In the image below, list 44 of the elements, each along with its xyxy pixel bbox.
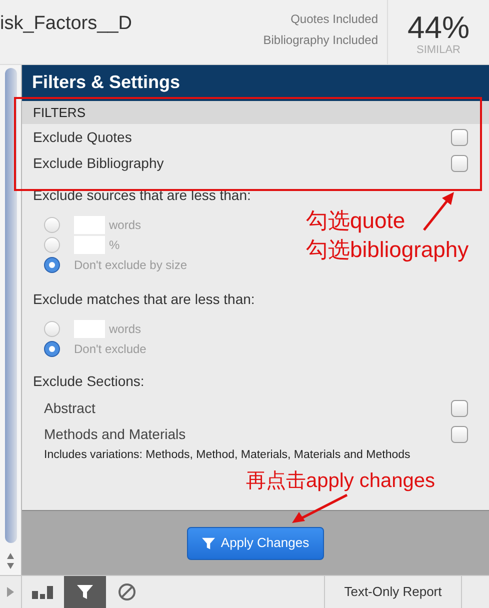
checkbox[interactable] xyxy=(451,400,468,416)
variations-note: Includes variations: Methods, Method, Materials, Materials and Methods xyxy=(44,448,412,463)
unit-label: % xyxy=(109,237,120,254)
unit-label: words xyxy=(109,321,142,338)
scrollbar[interactable] xyxy=(0,65,22,575)
section-heading: FILTERS xyxy=(33,104,86,122)
similarity-score: 44% xyxy=(407,12,470,44)
section-label: Methods and Materials xyxy=(44,424,186,444)
annotation-arrow xyxy=(290,493,350,525)
option-label: Don't exclude xyxy=(74,341,146,358)
apply-changes-button[interactable]: Apply Changes xyxy=(186,526,324,560)
bar-chart-icon xyxy=(32,585,54,599)
section-heading: Exclude Sections: xyxy=(33,373,144,389)
panel-title: Filters & Settings xyxy=(32,71,180,94)
score-label: SIMILAR xyxy=(416,44,460,56)
section-heading: Exclude matches that are less than: xyxy=(33,291,255,307)
filter-label: Exclude Bibliography xyxy=(33,154,164,173)
radio-button[interactable] xyxy=(44,341,60,357)
text-only-report-button[interactable]: Text-Only Report xyxy=(324,576,462,608)
section-heading: Exclude sources that are less than: xyxy=(33,187,251,203)
radio-button[interactable] xyxy=(44,237,60,253)
toolbar-button[interactable] xyxy=(64,576,106,608)
checkbox[interactable] xyxy=(451,154,468,172)
annotation-text: 再点击apply changes xyxy=(246,470,435,492)
filter-icon xyxy=(77,584,93,600)
expand-icon[interactable] xyxy=(7,587,14,597)
status-text: Quotes Included xyxy=(290,11,378,28)
annotation-text: 勾选bibliography xyxy=(306,236,469,264)
radio-button[interactable] xyxy=(44,257,60,273)
annotation-text: 勾选quote xyxy=(306,207,406,235)
unit-label: words xyxy=(109,217,142,234)
scroll-down-icon[interactable] xyxy=(7,563,14,569)
checkbox[interactable] xyxy=(451,426,468,442)
scroll-up-icon[interactable] xyxy=(7,553,14,559)
radio-button[interactable] xyxy=(44,217,60,233)
status-text: Bibliography Included xyxy=(263,32,378,49)
block-icon xyxy=(118,583,136,601)
checkbox[interactable] xyxy=(451,128,468,146)
filter-icon xyxy=(202,536,215,550)
document-title: isk_Factors__D xyxy=(0,12,132,36)
option-label: Don't exclude by size xyxy=(74,257,188,274)
filter-label: Exclude Quotes xyxy=(33,128,132,147)
section-label: Abstract xyxy=(44,398,96,418)
radio-button[interactable] xyxy=(44,321,60,337)
